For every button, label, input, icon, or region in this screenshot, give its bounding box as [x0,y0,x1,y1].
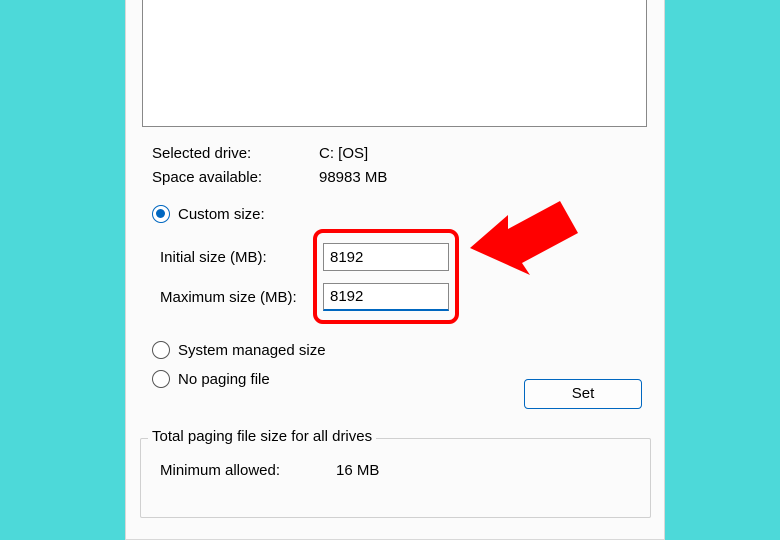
system-managed-radio-row[interactable]: System managed size [152,341,326,359]
initial-size-label: Initial size (MB): [160,249,323,266]
drive-info: Selected drive: C: [OS] Space available:… [152,142,632,190]
selected-drive-value: C: [OS] [319,142,368,166]
custom-size-radio-row[interactable]: Custom size: [152,205,652,223]
no-paging-label: No paging file [178,371,270,388]
set-button[interactable]: Set [524,379,642,409]
minimum-allowed-value: 16 MB [336,462,379,479]
system-managed-radio[interactable] [152,341,170,359]
maximum-size-label: Maximum size (MB): [160,289,323,306]
drive-list[interactable]: D: [DATA] None [142,0,647,127]
space-available-value: 98983 MB [319,166,387,190]
custom-size-radio[interactable] [152,205,170,223]
initial-size-input[interactable] [323,243,449,271]
selected-drive-label: Selected drive: [152,142,319,166]
size-mode-radios: Custom size: [152,205,652,229]
custom-size-label: Custom size: [178,206,265,223]
no-paging-radio-row[interactable]: No paging file [152,370,326,388]
total-paging-title: Total paging file size for all drives [148,428,376,445]
custom-size-inputs: Initial size (MB): Maximum size (MB): [160,237,480,317]
system-managed-label: System managed size [178,342,326,359]
minimum-allowed-label: Minimum allowed: [160,462,336,479]
maximum-size-input[interactable] [323,283,449,311]
no-paging-radio[interactable] [152,370,170,388]
minimum-allowed-row: Minimum allowed: 16 MB [160,462,379,479]
size-mode-radios-2: System managed size No paging file [152,341,326,399]
space-available-label: Space available: [152,166,319,190]
